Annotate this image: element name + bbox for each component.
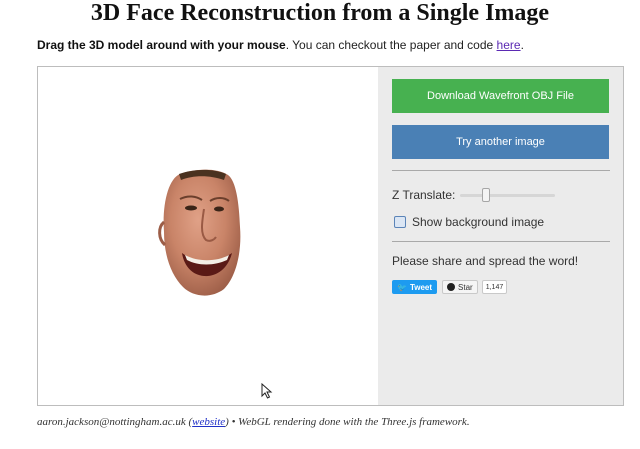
control-panel: Download Wavefront OBJ File Try another … [378, 67, 623, 405]
z-translate-slider[interactable] [460, 188, 556, 202]
slider-track [460, 194, 556, 197]
background-toggle-row[interactable]: Show background image [394, 215, 544, 229]
star-count[interactable]: 1,147 [481, 280, 508, 294]
star-label: Star [458, 282, 473, 292]
z-translate-row: Z Translate: [392, 188, 556, 202]
slider-thumb[interactable] [482, 188, 491, 202]
share-text: Please share and spread the word! [392, 254, 579, 268]
app-frame: Download Wavefront OBJ File Try another … [37, 66, 624, 406]
tweet-button[interactable]: 🐦 Tweet [392, 280, 438, 294]
3d-viewport[interactable] [38, 67, 378, 405]
intro-middle: . You can checkout the paper and code [285, 38, 497, 52]
show-background-label: Show background image [412, 215, 545, 229]
page-title: 3D Face Reconstruction from a Single Ima… [90, 0, 550, 26]
intro-text: Drag the 3D model around with your mouse… [37, 38, 524, 52]
github-star-button[interactable]: Star [442, 280, 478, 294]
z-translate-label: Z Translate: [392, 188, 456, 202]
paper-link[interactable]: here [497, 38, 521, 52]
footer: aaron.jackson@nottingham.ac.uk (website)… [37, 416, 470, 428]
intro-end: . [520, 38, 524, 52]
twitter-bird-icon: 🐦 [397, 282, 407, 292]
mouse-cursor-icon [261, 383, 273, 399]
download-obj-button[interactable]: Download Wavefront OBJ File [392, 79, 609, 113]
face-model[interactable] [38, 67, 378, 405]
try-another-image-button[interactable]: Try another image [392, 125, 609, 159]
github-icon [447, 283, 456, 291]
intro-bold: Drag the 3D model around with your mouse [37, 38, 286, 52]
social-buttons: 🐦 Tweet Star 1,147 [392, 280, 508, 294]
show-background-checkbox[interactable] [394, 216, 406, 228]
footer-rest: ) • WebGL rendering done with the Three.… [225, 416, 470, 428]
tweet-label: Tweet [409, 282, 433, 292]
footer-email: aaron.jackson@nottingham.ac.uk [37, 416, 186, 428]
website-link[interactable]: website [192, 416, 225, 428]
divider [392, 241, 610, 242]
divider [392, 170, 610, 171]
